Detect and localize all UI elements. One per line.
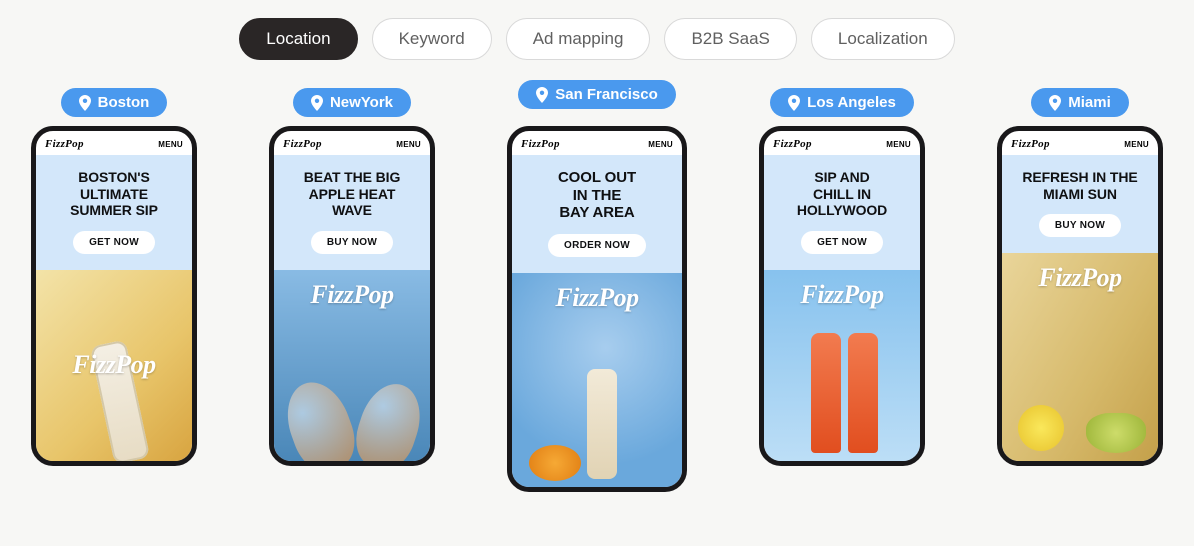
phone-header: FizzPop MENU	[512, 131, 682, 155]
phone-product-image: FizzPop	[512, 273, 682, 487]
phone-menu-button[interactable]: MENU	[158, 140, 183, 149]
location-chip-label: Miami	[1068, 94, 1111, 111]
phone-card-losangeles: Los Angeles FizzPop MENU SIP AND CHILL I…	[759, 126, 925, 466]
phone-card-sanfrancisco: San Francisco FizzPop MENU COOL OUT IN T…	[507, 126, 687, 492]
map-pin-icon	[311, 95, 323, 111]
phone-headline: BOSTON'S ULTIMATE SUMMER SIP	[44, 169, 184, 219]
phones-row: Boston FizzPop MENU BOSTON'S ULTIMATE SU…	[0, 60, 1194, 492]
tabs-bar: Location Keyword Ad mapping B2B SaaS Loc…	[0, 0, 1194, 60]
phone-card-boston: Boston FizzPop MENU BOSTON'S ULTIMATE SU…	[31, 126, 197, 466]
fizzpop-overlay-text: FizzPop	[310, 280, 393, 310]
phone-card-miami: Miami FizzPop MENU REFRESH IN THE MIAMI …	[997, 126, 1163, 466]
phone-brand-logo: FizzPop	[45, 138, 84, 150]
phone-menu-button[interactable]: MENU	[648, 140, 673, 149]
phone-header: FizzPop MENU	[1002, 131, 1158, 155]
phone-cta-button[interactable]: BUY NOW	[1039, 214, 1121, 237]
phone-menu-button[interactable]: MENU	[396, 140, 421, 149]
phone-header: FizzPop MENU	[274, 131, 430, 155]
location-chip: Miami	[1031, 88, 1129, 117]
phone-brand-logo: FizzPop	[283, 138, 322, 150]
fizzpop-overlay-text: FizzPop	[555, 283, 638, 313]
phone-cta-button[interactable]: BUY NOW	[311, 231, 393, 254]
phone-headline: REFRESH IN THE MIAMI SUN	[1010, 169, 1150, 202]
phone-brand-logo: FizzPop	[773, 138, 812, 150]
map-pin-icon	[536, 87, 548, 103]
tab-b2b-saas[interactable]: B2B SaaS	[664, 18, 796, 60]
location-chip: Los Angeles	[770, 88, 914, 117]
fizzpop-overlay-text: FizzPop	[1038, 263, 1121, 293]
location-chip: NewYork	[293, 88, 411, 117]
phone-cta-button[interactable]: GET NOW	[801, 231, 883, 254]
phone-menu-button[interactable]: MENU	[886, 140, 911, 149]
fizzpop-overlay-text: FizzPop	[800, 280, 883, 310]
map-pin-icon	[1049, 95, 1061, 111]
phone-card-newyork: NewYork FizzPop MENU BEAT THE BIG APPLE …	[269, 126, 435, 466]
phone-product-image: FizzPop	[1002, 253, 1158, 461]
location-chip-label: NewYork	[330, 94, 393, 111]
phone-frame: FizzPop MENU SIP AND CHILL IN HOLLYWOOD …	[759, 126, 925, 466]
tab-ad-mapping[interactable]: Ad mapping	[506, 18, 651, 60]
tab-keyword[interactable]: Keyword	[372, 18, 492, 60]
phone-cta-button[interactable]: ORDER NOW	[548, 234, 646, 257]
phone-hero: SIP AND CHILL IN HOLLYWOOD GET NOW	[764, 155, 920, 270]
phone-headline: SIP AND CHILL IN HOLLYWOOD	[772, 169, 912, 219]
phone-hero: BOSTON'S ULTIMATE SUMMER SIP GET NOW	[36, 155, 192, 270]
phone-hero: BEAT THE BIG APPLE HEAT WAVE BUY NOW	[274, 155, 430, 270]
map-pin-icon	[788, 95, 800, 111]
phone-cta-button[interactable]: GET NOW	[73, 231, 155, 254]
location-chip-label: Los Angeles	[807, 94, 896, 111]
phone-product-image: FizzPop	[764, 270, 920, 461]
phone-brand-logo: FizzPop	[521, 138, 560, 150]
phone-hero: REFRESH IN THE MIAMI SUN BUY NOW	[1002, 155, 1158, 253]
phone-frame: FizzPop MENU REFRESH IN THE MIAMI SUN BU…	[997, 126, 1163, 466]
location-chip: Boston	[61, 88, 168, 117]
phone-frame: FizzPop MENU COOL OUT IN THE BAY AREA OR…	[507, 126, 687, 492]
phone-menu-button[interactable]: MENU	[1124, 140, 1149, 149]
map-pin-icon	[79, 95, 91, 111]
phone-header: FizzPop MENU	[36, 131, 192, 155]
phone-product-image: FizzPop	[36, 270, 192, 461]
phone-headline: BEAT THE BIG APPLE HEAT WAVE	[282, 169, 422, 219]
phone-brand-logo: FizzPop	[1011, 138, 1050, 150]
location-chip: San Francisco	[518, 80, 676, 109]
phone-hero: COOL OUT IN THE BAY AREA ORDER NOW	[512, 155, 682, 273]
tab-location[interactable]: Location	[239, 18, 357, 60]
location-chip-label: Boston	[98, 94, 150, 111]
tab-localization[interactable]: Localization	[811, 18, 955, 60]
phone-headline: COOL OUT IN THE BAY AREA	[520, 169, 674, 222]
phone-header: FizzPop MENU	[764, 131, 920, 155]
location-chip-label: San Francisco	[555, 86, 658, 103]
fizzpop-overlay-text: FizzPop	[72, 350, 155, 380]
phone-frame: FizzPop MENU BEAT THE BIG APPLE HEAT WAV…	[269, 126, 435, 466]
phone-frame: FizzPop MENU BOSTON'S ULTIMATE SUMMER SI…	[31, 126, 197, 466]
phone-product-image: FizzPop	[274, 270, 430, 461]
